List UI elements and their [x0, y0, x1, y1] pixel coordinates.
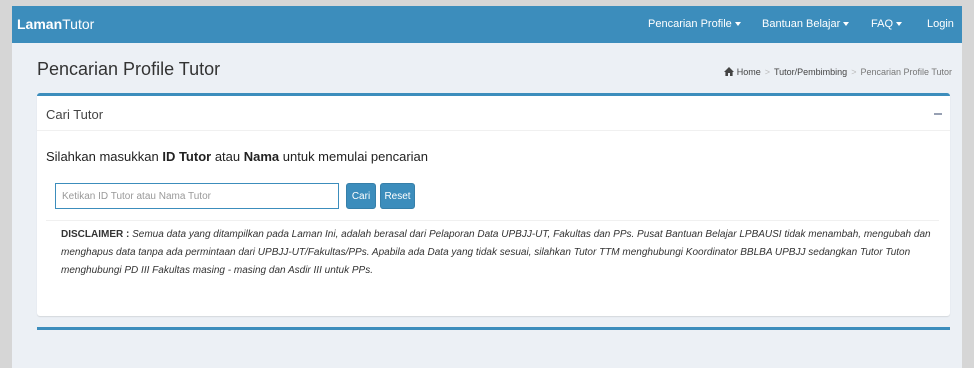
disclaimer-text: Semua data yang ditampilkan pada Laman I…	[61, 229, 931, 276]
nav-label: Bantuan Belajar	[762, 18, 841, 30]
nav-bantuan-belajar[interactable]: Bantuan Belajar	[762, 18, 850, 30]
caret-down-icon	[734, 22, 741, 27]
result-box-border	[37, 327, 950, 330]
reset-button[interactable]: Reset	[380, 183, 415, 209]
brand-logo[interactable]: LamanTutor	[17, 16, 94, 32]
search-box: Cari Tutor Silahkan masukkan ID Tutor at…	[37, 93, 950, 316]
breadcrumb-home[interactable]: Home	[737, 67, 761, 77]
search-button[interactable]: Cari	[346, 183, 376, 209]
instruction-nama: Nama	[243, 149, 280, 164]
minus-icon	[934, 113, 942, 115]
disclaimer-label: DISCLAIMER :	[61, 229, 130, 240]
page-title: Pencarian Profile Tutor	[37, 59, 221, 79]
divider	[46, 220, 939, 221]
instruction-text: Silahkan masukkan ID Tutor atau Nama unt…	[46, 149, 428, 164]
breadcrumb-current: Pencarian Profile Tutor	[860, 67, 952, 77]
breadcrumb: Home > Tutor/Pembimbing > Pencarian Profile …	[723, 67, 952, 78]
brand-rest: Tutor	[62, 16, 95, 32]
collapse-button[interactable]	[932, 106, 946, 120]
breadcrumb-separator: >	[851, 67, 857, 77]
dashboard-icon	[723, 67, 734, 78]
nav-label: FAQ	[871, 18, 894, 30]
breadcrumb-tutor[interactable]: Tutor/Pembimbing	[774, 67, 847, 77]
nav-label: Pencarian Profile	[648, 18, 732, 30]
disclaimer: DISCLAIMER : Semua data yang ditampilkan…	[61, 226, 931, 280]
nav-login[interactable]: Login	[927, 18, 954, 30]
nav-faq[interactable]: FAQ	[871, 18, 903, 30]
instruction-id-tutor: ID Tutor	[162, 149, 212, 164]
nav-pencarian-profile[interactable]: Pencarian Profile	[648, 18, 741, 30]
search-input[interactable]	[55, 183, 339, 209]
box-header: Cari Tutor	[37, 96, 950, 131]
app-frame: LamanTutor Pencarian Profile Bantuan Bel…	[12, 6, 962, 368]
caret-down-icon	[896, 22, 903, 27]
breadcrumb-separator: >	[764, 67, 770, 77]
top-navbar: LamanTutor Pencarian Profile Bantuan Bel…	[12, 6, 962, 43]
nav-label: Login	[927, 18, 954, 30]
box-title: Cari Tutor	[46, 107, 104, 122]
brand-bold: Laman	[17, 16, 63, 32]
instruction-prefix: Silahkan masukkan	[46, 149, 163, 164]
caret-down-icon	[843, 22, 850, 27]
instruction-suffix: untuk memulai pencarian	[279, 149, 429, 164]
instruction-middle: atau	[211, 149, 244, 164]
